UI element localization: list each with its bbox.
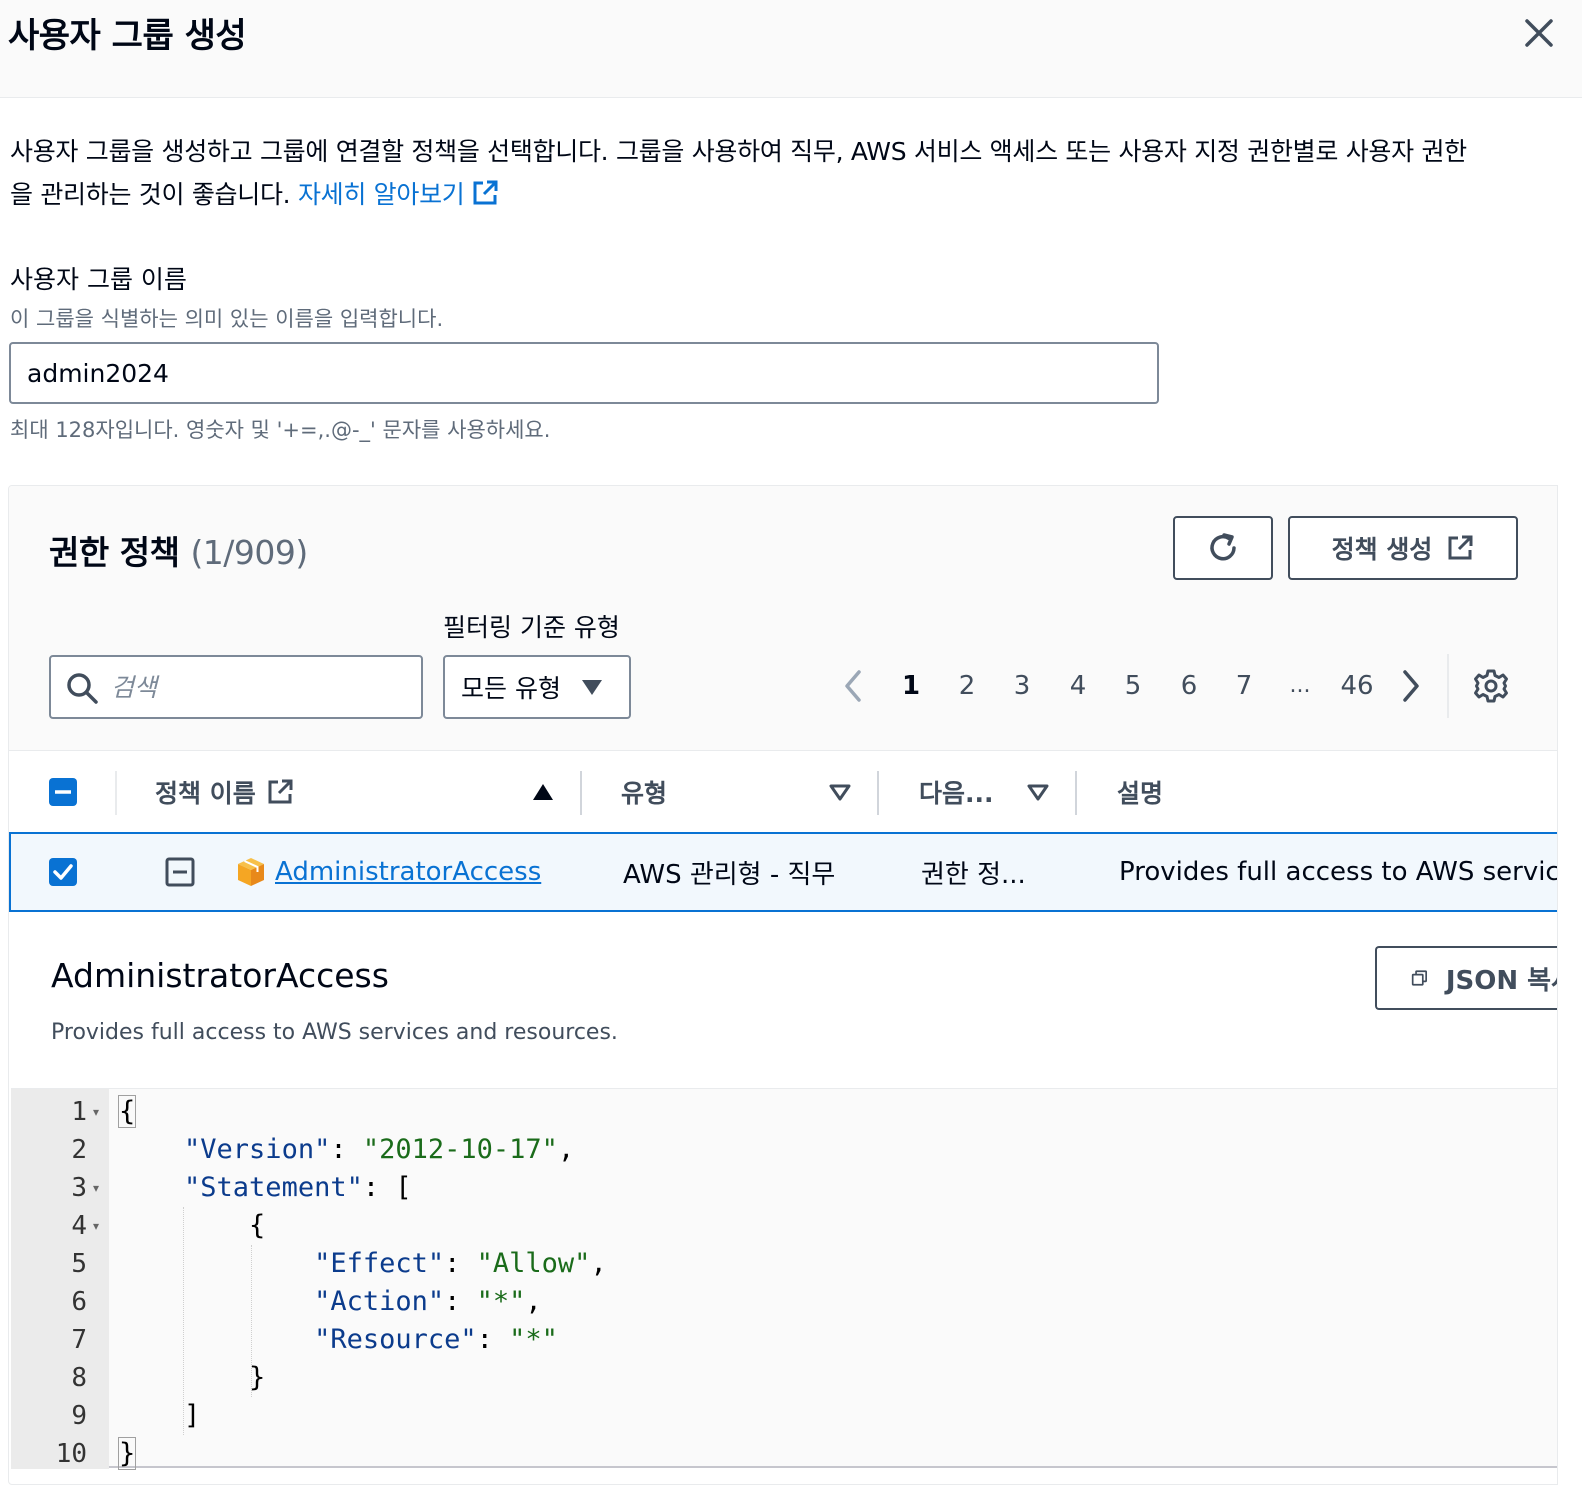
column-header-description[interactable]: 설명 bbox=[1117, 751, 1163, 833]
fold-arrow-icon[interactable]: ▾ bbox=[93, 1093, 105, 1131]
table-row[interactable]: AdministratorAccess AWS 관리형 - 직무 권한 정...… bbox=[9, 832, 1558, 912]
search-input[interactable] bbox=[111, 665, 411, 709]
row-policy-description: Provides full access to AWS services and… bbox=[1119, 857, 1558, 887]
group-name-label: 사용자 그룹 이름 bbox=[10, 265, 187, 294]
permission-policies-panel: 권한 정책 (1/909) 정책 생성 필터링 기준 유형 모든 유형 1 2 … bbox=[8, 485, 1558, 1485]
code-line: "Version": "2012-10-17", bbox=[184, 1134, 575, 1165]
page-46[interactable]: 46 bbox=[1335, 666, 1379, 706]
search-icon bbox=[67, 673, 98, 704]
copy-json-button[interactable]: JSON 복사 bbox=[1375, 946, 1557, 1010]
column-separator bbox=[877, 771, 879, 815]
refresh-button[interactable] bbox=[1173, 516, 1273, 580]
learn-more-link[interactable]: 자세히 알아보기 bbox=[298, 180, 499, 209]
page-5[interactable]: 5 bbox=[1117, 666, 1149, 706]
group-name-description: 이 그룹을 식별하는 의미 있는 이름을 입력합니다. bbox=[10, 307, 444, 331]
page-7[interactable]: 7 bbox=[1228, 666, 1260, 706]
page-6[interactable]: 6 bbox=[1173, 666, 1205, 706]
policy-detail-name: AdministratorAccess bbox=[51, 956, 389, 995]
line-number: 9 bbox=[71, 1401, 87, 1431]
caret-down-icon bbox=[581, 680, 602, 695]
group-name-input[interactable] bbox=[9, 342, 1159, 404]
chevron-right-icon[interactable] bbox=[1401, 670, 1421, 702]
code-line: } bbox=[119, 1362, 266, 1393]
search-box[interactable] bbox=[49, 655, 423, 719]
line-number: 6 bbox=[71, 1287, 87, 1317]
refresh-icon bbox=[1210, 533, 1236, 561]
policies-title: 권한 정책 (1/909) bbox=[49, 533, 308, 572]
sort-ascending-icon[interactable] bbox=[532, 783, 554, 801]
column-header-type[interactable]: 유형 bbox=[621, 751, 667, 833]
sort-icon[interactable] bbox=[829, 784, 851, 802]
column-header-used-as[interactable]: 다음... bbox=[919, 751, 994, 833]
column-separator bbox=[580, 771, 582, 815]
checkbox-checked-icon bbox=[49, 858, 77, 886]
policy-name-link[interactable]: AdministratorAccess bbox=[275, 857, 541, 887]
external-link-icon bbox=[1448, 535, 1473, 560]
type-filter-select[interactable]: 모든 유형 bbox=[443, 655, 631, 719]
policy-detail-description: Provides full access to AWS services and… bbox=[51, 1020, 618, 1045]
column-header-policy-name[interactable]: 정책 이름 bbox=[155, 751, 294, 833]
code-line: "Resource": "*" bbox=[314, 1324, 558, 1355]
fold-arrow-icon[interactable]: ▾ bbox=[93, 1169, 105, 1207]
line-number-gutter: 1 ▾ 2 3 ▾ 4 ▾ 5 6 7 8 9 10 bbox=[11, 1089, 109, 1469]
page-3[interactable]: 3 bbox=[1006, 666, 1038, 706]
column-separator bbox=[115, 771, 117, 815]
row-policy-name-cell: AdministratorAccess bbox=[235, 834, 541, 910]
create-policy-button[interactable]: 정책 생성 bbox=[1288, 516, 1518, 580]
gear-icon[interactable] bbox=[1473, 668, 1509, 704]
intro-text: 사용자 그룹을 생성하고 그룹에 연결할 정책을 선택합니다. 그룹을 사용하여… bbox=[10, 137, 1467, 166]
fold-arrow-icon[interactable]: ▾ bbox=[93, 1207, 105, 1245]
line-number: 1 bbox=[71, 1097, 87, 1127]
row-policy-used-as: 권한 정... bbox=[921, 859, 1026, 890]
aws-managed-policy-icon bbox=[238, 858, 264, 886]
collapse-icon bbox=[165, 857, 195, 887]
intro-text-continued: 을 관리하는 것이 좋습니다. 자세히 알아보기 bbox=[10, 175, 499, 215]
pagination-divider bbox=[1447, 654, 1449, 718]
chevron-left-icon[interactable] bbox=[843, 670, 863, 702]
line-number: 5 bbox=[71, 1249, 87, 1279]
modal-title: 사용자 그룹 생성 bbox=[8, 16, 247, 56]
code-line: } bbox=[117, 1437, 137, 1470]
code-line: { bbox=[117, 1095, 137, 1128]
code-line: { bbox=[119, 1210, 266, 1241]
page-1[interactable]: 1 bbox=[895, 666, 927, 706]
column-separator bbox=[1075, 771, 1077, 815]
json-code-viewer[interactable]: 1 ▾ 2 3 ▾ 4 ▾ 5 6 7 8 9 10 { "Version": … bbox=[11, 1088, 1557, 1470]
line-number: 7 bbox=[71, 1325, 87, 1355]
row-collapse-toggle[interactable] bbox=[165, 834, 195, 910]
select-all-checkbox[interactable] bbox=[49, 751, 77, 833]
page-4[interactable]: 4 bbox=[1062, 666, 1094, 706]
row-checkbox[interactable] bbox=[49, 834, 77, 910]
sort-icon[interactable] bbox=[1027, 784, 1049, 802]
line-number: 3 bbox=[71, 1173, 87, 1203]
close-icon[interactable] bbox=[1522, 16, 1556, 50]
row-policy-type: AWS 관리형 - 직무 bbox=[623, 859, 836, 890]
line-number: 2 bbox=[71, 1135, 87, 1165]
external-link-icon bbox=[268, 779, 293, 804]
copy-icon bbox=[1411, 970, 1428, 986]
code-line: "Effect": "Allow", bbox=[314, 1248, 607, 1279]
code-line: "Action": "*", bbox=[314, 1286, 542, 1317]
table-header: 정책 이름 유형 다음... 설명 bbox=[9, 750, 1557, 833]
external-link-icon bbox=[473, 180, 497, 205]
filter-type-label: 필터링 기준 유형 bbox=[443, 613, 620, 642]
code-line: "Statement": [ bbox=[184, 1172, 412, 1203]
indeterminate-checkbox-icon bbox=[49, 778, 77, 806]
line-number: 8 bbox=[71, 1363, 87, 1393]
page-2[interactable]: 2 bbox=[951, 666, 983, 706]
group-name-constraint: 최대 128자입니다. 영숫자 및 '+=,.@-_' 문자를 사용하세요. bbox=[10, 418, 551, 442]
line-number: 4 bbox=[71, 1211, 87, 1241]
page-ellipsis: ... bbox=[1289, 673, 1311, 698]
line-number: 10 bbox=[55, 1439, 87, 1469]
code-line: ] bbox=[119, 1400, 201, 1431]
policies-count: (1/909) bbox=[190, 533, 308, 572]
